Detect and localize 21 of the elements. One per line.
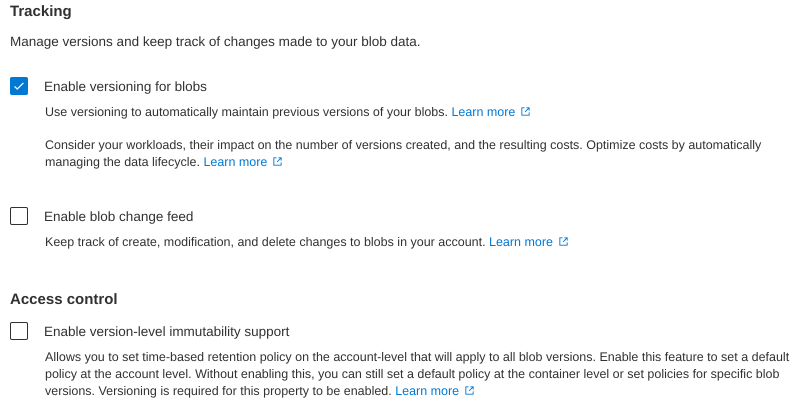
help-text: Keep track of create, modification, and delete changes to blobs in your account. Learn more (45, 234, 796, 251)
section-description: Manage versions and keep track of changes made to your blob data. (10, 34, 422, 49)
section-title: Tracking (10, 3, 73, 20)
learn-more-link[interactable]: Learn more (203, 155, 284, 169)
external-link-icon (464, 385, 476, 396)
external-link-icon (520, 106, 532, 117)
checkbox[interactable] (10, 322, 28, 340)
checkbox-label: Enable blob change feed (44, 208, 194, 224)
section-title: Access control (10, 291, 119, 308)
learn-more-link[interactable]: Learn more (451, 105, 532, 119)
learn-more-link[interactable]: Learn more (395, 384, 476, 398)
help-text: Consider your workloads, their impact on the number of versions created, and the resulting costs. Optimize costs by automatically managing the data lifecycle. Learn more (45, 137, 762, 171)
external-link-icon (272, 156, 284, 167)
external-link-icon (558, 236, 569, 247)
checkbox-label: Enable versioning for blobs (44, 78, 207, 94)
checkbox-label: Enable version-level immutability support (44, 324, 290, 338)
help-text: Allows you to set time-based retention policy on the account-level that will apply to all blob versions. Enable this feature to set a default policy at the account level. Without enabling this, you can still set a default policy at the container level or set policies for specific blob versions. Versioning is required for this property to be enabled. Learn more (45, 349, 790, 400)
checkbox[interactable] (10, 77, 28, 95)
help-text: Use versioning to automatically maintain previous versions of your blobs. Learn more (45, 104, 796, 121)
learn-more-link[interactable]: Learn more (489, 235, 569, 249)
checkbox[interactable] (10, 207, 28, 225)
